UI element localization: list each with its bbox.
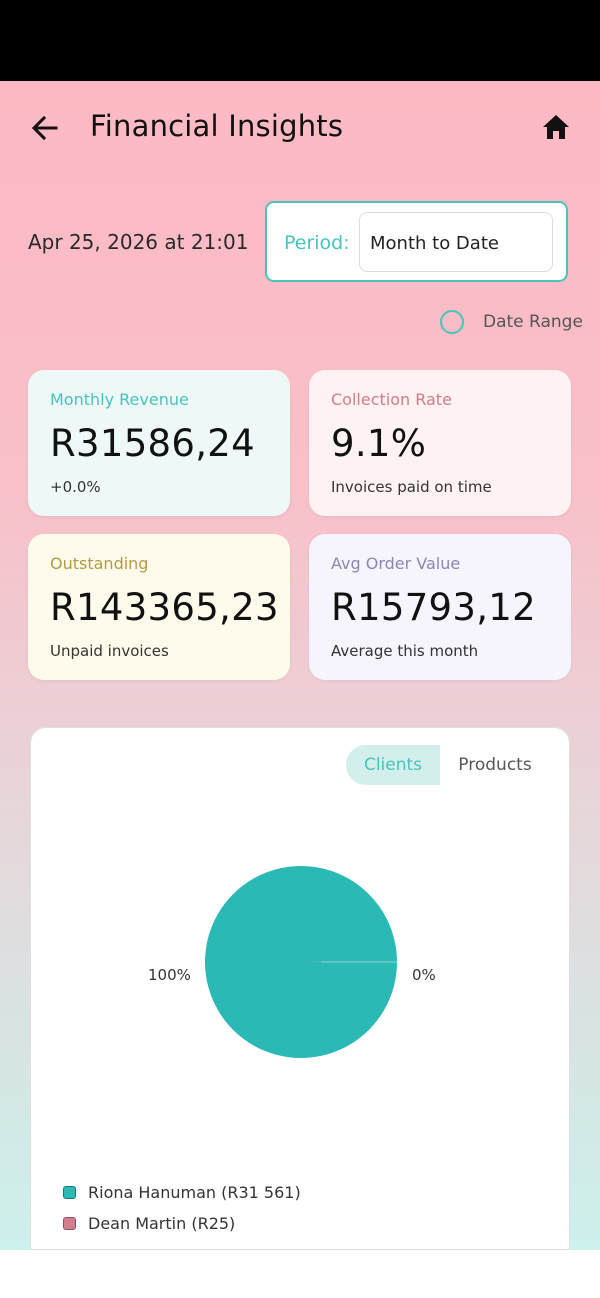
period-value: Month to Date	[370, 233, 499, 254]
back-button[interactable]	[28, 111, 62, 145]
bottom-area	[0, 1250, 600, 1298]
page-title: Financial Insights	[90, 109, 344, 143]
tab-clients[interactable]: Clients	[346, 745, 440, 785]
breakdown-chart-card: Clients Products 100% 0% Riona Hanuman (…	[30, 727, 570, 1250]
legend-item: Dean Martin (R25)	[63, 1208, 301, 1239]
legend-swatch	[63, 1217, 76, 1230]
current-datetime: Apr 25, 2026 at 21:01	[28, 230, 249, 254]
card-title: Outstanding	[50, 554, 149, 573]
arrow-left-icon	[31, 115, 58, 141]
status-bar	[0, 0, 600, 81]
card-subtitle: Invoices paid on time	[331, 478, 492, 496]
card-value: 9.1%	[331, 422, 427, 465]
outstanding-card: Outstanding R143365,23 Unpaid invoices	[28, 534, 290, 680]
card-value: R143365,23	[50, 586, 279, 629]
card-subtitle: +0.0%	[50, 478, 101, 496]
date-range-radio[interactable]	[440, 310, 464, 334]
card-value: R15793,12	[331, 586, 536, 629]
collection-rate-card: Collection Rate 9.1% Invoices paid on ti…	[309, 370, 571, 516]
card-title: Monthly Revenue	[50, 390, 189, 409]
slice-percent-label: 0%	[412, 966, 436, 984]
date-range-label[interactable]: Date Range	[483, 312, 583, 332]
period-selector: Period: Month to Date	[265, 201, 568, 282]
tab-products[interactable]: Products	[440, 745, 550, 785]
monthly-revenue-card: Monthly Revenue R31586,24 +0.0%	[28, 370, 290, 516]
financial-insights-screen: Financial Insights Apr 25, 2026 at 21:01…	[0, 81, 600, 1250]
legend-item: Riona Hanuman (R31 561)	[63, 1177, 301, 1208]
slice-percent-label: 100%	[148, 966, 191, 984]
card-title: Avg Order Value	[331, 554, 461, 573]
card-title: Collection Rate	[331, 390, 452, 409]
chart-legend: Riona Hanuman (R31 561) Dean Martin (R25…	[63, 1177, 301, 1239]
chart-tabs: Clients Products	[346, 745, 544, 785]
period-label: Period:	[284, 232, 350, 254]
card-subtitle: Unpaid invoices	[50, 642, 169, 660]
home-button[interactable]	[540, 111, 572, 143]
card-subtitle: Average this month	[331, 642, 479, 660]
period-dropdown[interactable]: Month to Date	[359, 212, 553, 272]
legend-label: Dean Martin (R25)	[88, 1214, 236, 1233]
legend-swatch	[63, 1186, 76, 1199]
legend-label: Riona Hanuman (R31 561)	[88, 1183, 301, 1202]
card-value: R31586,24	[50, 422, 255, 465]
avg-order-value-card: Avg Order Value R15793,12 Average this m…	[309, 534, 571, 680]
home-icon	[543, 115, 569, 139]
